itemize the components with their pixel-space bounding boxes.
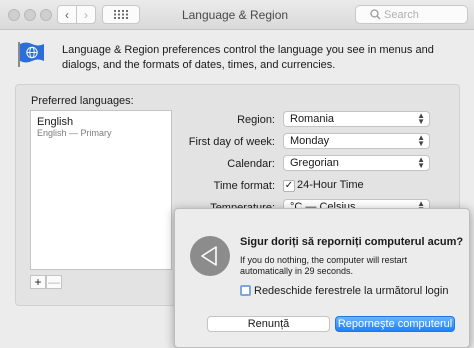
alert-title: Sigur doriți să reporniți computerul acu… <box>240 236 464 248</box>
calendar-popup[interactable]: Gregorian ▲ ▼ <box>283 155 430 171</box>
first-day-value: Monday <box>290 135 330 147</box>
chevron-up-down-icon: ▲▼ <box>417 155 425 170</box>
time-format-option: 24-Hour Time <box>297 179 364 191</box>
chevron-left-icon: ‹ <box>65 7 69 22</box>
remove-language-button[interactable]: — <box>46 275 62 289</box>
window-title: Language & Region <box>181 8 289 22</box>
restart-button[interactable]: Reporneşte computerul <box>335 316 455 332</box>
preferred-languages-label: Preferred languages: <box>31 95 134 107</box>
chevron-up-down-icon: ▲▼ <box>417 111 425 126</box>
pane-description: Language & Region preferences control th… <box>62 44 434 71</box>
checkmark-icon: ✓ <box>284 180 294 191</box>
language-item-subtitle: English — Primary <box>37 128 112 138</box>
title-bar: ‹ › Language & Region Search <box>0 0 474 30</box>
calendar-value: Gregorian <box>290 157 339 169</box>
back-button[interactable]: ‹ <box>57 5 77 24</box>
preferences-window: ‹ › Language & Region Search Language & … <box>0 0 474 348</box>
chevron-up-down-icon: ▲▼ <box>417 133 425 148</box>
first-day-label: First day of week: <box>188 136 275 148</box>
preferred-languages-list[interactable]: English English — Primary <box>30 110 172 270</box>
language-region-flag-icon <box>18 42 44 67</box>
region-value: Romania <box>290 113 335 125</box>
reopen-windows-checkbox[interactable] <box>240 285 251 296</box>
search-placeholder: Search <box>384 8 419 21</box>
minimize-window-button[interactable] <box>24 9 36 21</box>
first-day-popup[interactable]: Monday ▲ ▼ <box>283 133 430 149</box>
close-window-button[interactable] <box>8 9 20 21</box>
time-format-label: Time format: <box>213 180 275 192</box>
forward-button[interactable]: › <box>76 5 96 24</box>
grid-icon <box>114 10 128 19</box>
calendar-label: Calendar: <box>227 158 275 170</box>
region-popup[interactable]: Romania ▲ ▼ <box>283 111 430 127</box>
region-label: Region: <box>237 114 275 126</box>
add-language-button[interactable]: + <box>30 275 46 289</box>
search-icon <box>370 9 381 20</box>
chevron-right-icon: › <box>84 7 88 22</box>
cancel-button[interactable]: Renunță <box>207 316 330 332</box>
restart-icon <box>190 236 230 276</box>
alert-message: If you do nothing, the computer will res… <box>240 255 408 276</box>
time-format-checkbox[interactable]: ✓ <box>283 180 295 192</box>
language-item-english[interactable]: English <box>37 116 73 128</box>
zoom-window-button[interactable] <box>40 9 52 21</box>
search-field[interactable]: Search <box>355 5 468 24</box>
reopen-windows-label[interactable]: Redeschide ferestrele la următorul login <box>254 285 448 297</box>
show-all-button[interactable] <box>102 5 140 24</box>
